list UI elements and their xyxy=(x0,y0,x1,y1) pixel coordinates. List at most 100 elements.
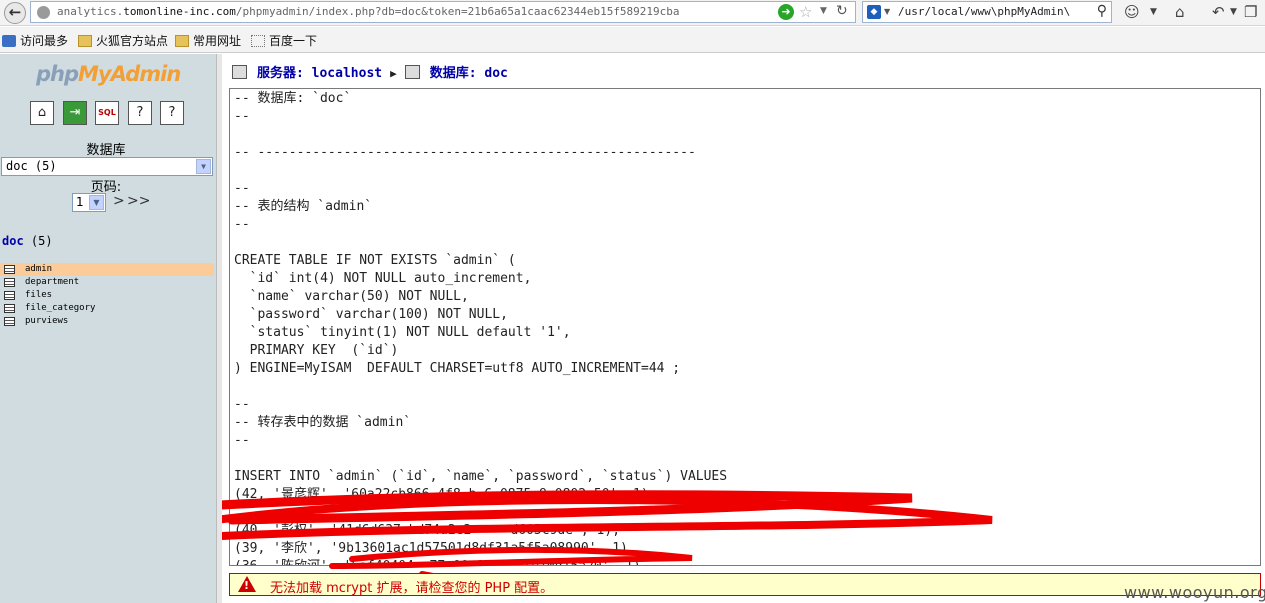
sql-line: -- xyxy=(234,217,250,232)
page-select[interactable]: 1 ▼ xyxy=(72,193,106,212)
sql-line: -- xyxy=(234,433,250,448)
list-item[interactable]: admin xyxy=(0,263,214,276)
bookmark-common-sites[interactable]: 常用网址 xyxy=(175,32,241,49)
sql-line: `status` tinyint(1) NOT NULL default '1'… xyxy=(234,325,571,340)
url-text[interactable]: analytics.tomonline-inc.com/phpmyadmin/i… xyxy=(57,5,680,18)
page-icon xyxy=(251,35,265,47)
bookmarks-toolbar: 访问最多 火狐官方站点 常用网址 百度一下 xyxy=(0,27,1265,53)
menu-dropdown-icon[interactable]: ▼ xyxy=(1150,7,1157,17)
back-icon[interactable]: ← xyxy=(4,2,26,24)
smiley-icon[interactable]: ☺ xyxy=(1124,3,1140,21)
list-item[interactable]: purviews xyxy=(0,315,214,328)
server-icon xyxy=(232,65,247,79)
bookmark-firefox-site[interactable]: 火狐官方站点 xyxy=(78,32,168,49)
go-icon[interactable]: ➜ xyxy=(778,4,794,20)
sql-export-textarea[interactable]: -- 数据库: `doc` -- -- ----------------------… xyxy=(229,88,1261,566)
sql-line xyxy=(234,162,727,180)
search-icon[interactable]: ⚲ xyxy=(1097,3,1107,19)
search-engine-dropdown-icon[interactable]: ▼ xyxy=(884,7,890,16)
page-label: 页码: xyxy=(90,180,122,195)
sql-line: -- 数据库: `doc` xyxy=(234,91,352,106)
database-select[interactable]: doc (5) ▼ xyxy=(1,157,213,176)
undo-dropdown-icon[interactable]: ▼ xyxy=(1230,7,1237,17)
database-crumb-link[interactable]: 数据库: doc xyxy=(430,66,508,81)
sql-query-icon[interactable]: SQL xyxy=(95,101,119,125)
search-input[interactable]: /usr/local/www\phpMyAdmin\ xyxy=(898,5,1070,18)
bookmark-most-visited[interactable]: 访问最多 xyxy=(2,32,68,49)
help-icon[interactable]: ? xyxy=(128,101,152,125)
navigation-toolbar: ← analytics.tomonline-inc.com/phpmyadmin… xyxy=(0,0,1265,26)
sql-line: (36, '陈欣河', '5af40404cc77a00c16323ffe10d… xyxy=(234,558,727,565)
table-icon[interactable] xyxy=(4,291,15,300)
most-visited-icon xyxy=(2,35,16,47)
sql-line: (39, '李欣', '9b13601ac1d57501d8df31a5f5a0… xyxy=(234,541,636,556)
star-icon[interactable]: ☆ xyxy=(799,3,812,21)
sql-line: (42, '景彦辉', '60a22cb866 4f8 b 6 0875 9 0… xyxy=(234,487,657,502)
table-icon[interactable] xyxy=(4,265,15,274)
undo-icon[interactable]: ↶ xyxy=(1212,3,1225,21)
sql-line: -- -------------------------------------… xyxy=(234,145,696,160)
restore-window-icon[interactable]: ❐ xyxy=(1244,3,1257,21)
table-name[interactable]: admin xyxy=(25,264,52,274)
last-page-link[interactable]: >> xyxy=(127,193,150,209)
table-name[interactable]: department xyxy=(25,277,79,287)
table-icon[interactable] xyxy=(4,278,15,287)
sql-line: -- 转存表中的数据 `admin` xyxy=(234,415,412,430)
home-icon[interactable]: ⌂ xyxy=(1175,3,1185,21)
list-item[interactable]: file_category xyxy=(0,302,214,315)
reload-icon[interactable]: ↻ xyxy=(836,3,848,19)
warning-icon xyxy=(238,576,256,592)
next-page-link[interactable]: > xyxy=(113,193,125,209)
sql-line: -- xyxy=(234,109,250,124)
table-icon[interactable] xyxy=(4,304,15,313)
address-bar[interactable]: analytics.tomonline-inc.com/phpmyadmin/i… xyxy=(30,1,856,23)
browser-window: ← analytics.tomonline-inc.com/phpmyadmin… xyxy=(0,0,1265,603)
sql-line: -- xyxy=(234,397,250,412)
list-item[interactable]: files xyxy=(0,289,214,302)
folder-icon xyxy=(175,35,189,47)
home-icon[interactable]: ⌂ xyxy=(30,101,54,125)
server-link[interactable]: 服务器: localhost xyxy=(257,66,382,81)
database-link[interactable]: doc xyxy=(2,234,24,248)
chevron-down-icon[interactable]: ▼ xyxy=(196,159,211,174)
sql-line xyxy=(234,126,727,144)
docs-icon[interactable]: ? xyxy=(160,101,184,125)
sql-line: `password` varchar(100) NOT NULL, xyxy=(234,307,508,322)
database-icon xyxy=(404,65,420,79)
sql-line: `name` varchar(50) NOT NULL, xyxy=(234,289,469,304)
error-message-box: 无法加载 mcrypt 扩展，请检查您的 PHP 配置。 xyxy=(229,573,1261,596)
table-name[interactable]: purviews xyxy=(25,316,68,326)
phpmyadmin-logo[interactable]: phpMyAdmin xyxy=(36,62,181,86)
sql-line xyxy=(234,378,727,396)
search-bar[interactable]: ◆ ▼ /usr/local/www\phpMyAdmin\ ⚲ xyxy=(862,1,1112,23)
exit-icon[interactable]: ⇥ xyxy=(63,101,87,125)
sql-line xyxy=(234,450,727,468)
sql-line: ) ENGINE=MyISAM DEFAULT CHARSET=utf8 AUT… xyxy=(234,361,681,376)
dropdown-icon[interactable]: ▼ xyxy=(820,6,827,16)
list-item[interactable]: department xyxy=(0,276,214,289)
table-icon[interactable] xyxy=(4,317,15,326)
database-title: doc (5) xyxy=(2,234,53,248)
sql-line: PRIMARY KEY (`id`) xyxy=(234,343,399,358)
sql-line xyxy=(234,504,727,522)
breadcrumb: 服务器: localhost ▶ 数据库: doc xyxy=(232,62,508,81)
sql-line: INSERT INTO `admin` (`id`, `name`, `pass… xyxy=(234,469,728,484)
search-engine-icon[interactable]: ◆ xyxy=(867,5,881,19)
table-count: (5) xyxy=(23,234,53,248)
bookmark-baidu[interactable]: 百度一下 xyxy=(251,32,317,49)
database-label: 数据库 xyxy=(86,143,126,158)
error-message: 无法加载 mcrypt 扩展，请检查您的 PHP 配置。 xyxy=(270,581,554,596)
sql-export-text: -- 数据库: `doc` -- -- ----------------------… xyxy=(234,90,728,565)
sql-line: CREATE TABLE IF NOT EXISTS `admin` ( xyxy=(234,253,516,268)
sql-line xyxy=(234,234,727,252)
watermark: www.wooyun.org xyxy=(1124,583,1265,602)
folder-icon xyxy=(78,35,92,47)
sql-line: -- xyxy=(234,181,250,196)
sql-line: (40, '彭权', '41d6d637abd74a2e2 d605c9de',… xyxy=(234,523,621,538)
chevron-down-icon[interactable]: ▼ xyxy=(89,195,104,210)
table-name[interactable]: file_category xyxy=(25,303,95,313)
pma-navigation-frame: phpMyAdmin ⌂ ⇥ SQL ? ? 数据库 doc (5) ▼ 页码:… xyxy=(0,54,216,603)
table-name[interactable]: files xyxy=(25,290,52,300)
table-list: admin department files file_category pur… xyxy=(0,263,214,328)
pma-main-frame: 服务器: localhost ▶ 数据库: doc -- 数据库: `doc` -- -… xyxy=(222,54,1265,603)
